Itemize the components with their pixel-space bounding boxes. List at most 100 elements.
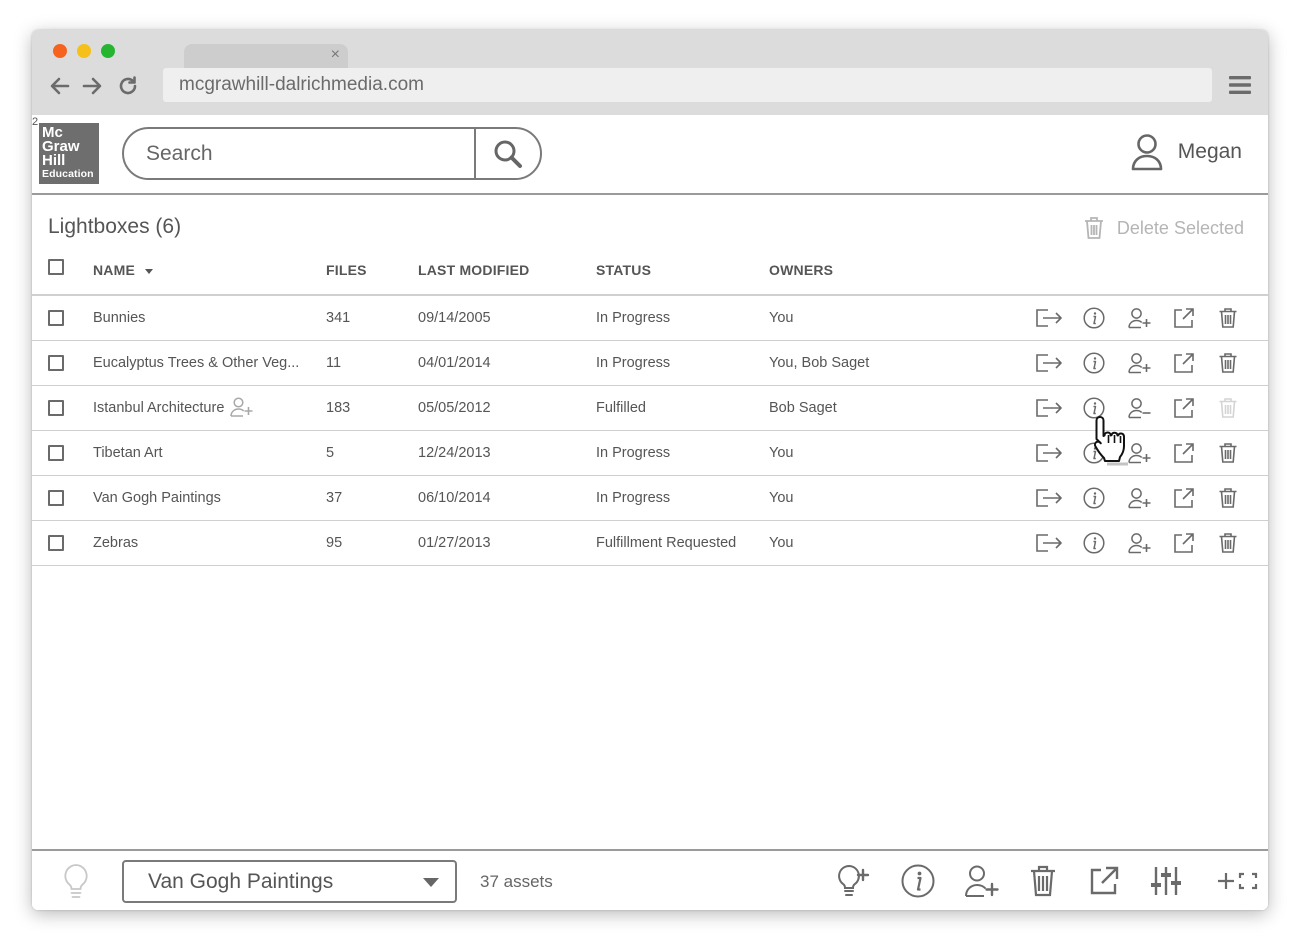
add-lightbox-button[interactable] (836, 863, 872, 899)
row-checkbox[interactable] (48, 490, 64, 506)
column-header-owners[interactable]: OWNERS (769, 262, 833, 278)
table-row[interactable]: Istanbul Architecture 183 05/05/2012 Fulfil… (32, 386, 1268, 431)
share-button[interactable] (1127, 531, 1153, 555)
owners: Bob Saget (769, 400, 837, 416)
adjust-settings-button[interactable] (1148, 863, 1184, 899)
info-button[interactable] (1081, 306, 1107, 330)
delete-lightbox-button[interactable] (1025, 863, 1061, 899)
row-checkbox[interactable] (48, 310, 64, 326)
delete-button[interactable] (1215, 306, 1241, 330)
lightbox-name[interactable]: Istanbul Architecture (93, 386, 254, 430)
assign-button[interactable] (1035, 531, 1063, 555)
column-header-last-modified[interactable]: LAST MODIFIED (418, 262, 529, 278)
assign-icon (1036, 444, 1062, 462)
table-row[interactable]: Tibetan Art 5 12/24/2013 In Progress You (32, 431, 1268, 476)
tab-close-icon[interactable]: × (331, 47, 340, 63)
app-header: 2 Mc Graw Hill Education Megan (32, 115, 1268, 195)
expand-button[interactable] (1218, 863, 1258, 899)
assign-button[interactable] (1035, 396, 1063, 420)
table-row[interactable]: Zebras 95 01/27/2013 Fulfillment Requested Y… (32, 521, 1268, 566)
assign-button[interactable] (1035, 486, 1063, 510)
file-count: 341 (326, 310, 351, 326)
open-button[interactable] (1171, 351, 1197, 375)
share-button[interactable] (1127, 306, 1153, 330)
address-bar[interactable]: mcgrawhill-dalrichmedia.com (163, 68, 1212, 102)
share-button[interactable] (1127, 486, 1153, 510)
row-checkbox[interactable] (48, 445, 64, 461)
back-icon[interactable] (48, 74, 72, 98)
last-modified: 09/14/2005 (418, 310, 491, 326)
share-lightbox-button[interactable] (964, 863, 1000, 899)
lightbox-name[interactable]: Zebras (93, 521, 138, 565)
user-name: Megan (1177, 140, 1242, 163)
minimize-window-button[interactable] (77, 44, 91, 58)
info-button[interactable] (1081, 351, 1107, 375)
open-button[interactable] (1171, 441, 1197, 465)
lightbox-name[interactable]: Bunnies (93, 296, 145, 340)
table-row[interactable]: Eucalyptus Trees & Other Veg... 11 04/01/2… (32, 341, 1268, 386)
lightbox-info-button[interactable] (900, 863, 936, 899)
select-all-checkbox[interactable] (48, 259, 64, 275)
add-user-icon (1128, 488, 1151, 509)
lightbox-select-value: Van Gogh Paintings (148, 870, 334, 893)
lightbox-name[interactable]: Eucalyptus Trees & Other Veg... (93, 341, 299, 385)
lightbox-select[interactable]: Van Gogh Paintings (122, 860, 457, 903)
chevron-down-icon (423, 878, 439, 887)
delete-selected-button[interactable]: Delete Selected (1083, 216, 1244, 240)
assign-button[interactable] (1035, 351, 1063, 375)
last-modified: 01/27/2013 (418, 535, 491, 551)
user-menu[interactable]: Megan (1130, 133, 1242, 171)
delete-button[interactable] (1215, 441, 1241, 465)
external-link-icon (1174, 398, 1194, 418)
row-checkbox[interactable] (48, 400, 64, 416)
mcgraw-hill-logo[interactable]: Mc Graw Hill Education (39, 123, 99, 184)
search-button[interactable] (474, 129, 540, 178)
row-checkbox[interactable] (48, 535, 64, 551)
open-button[interactable] (1171, 486, 1197, 510)
table-row[interactable]: Van Gogh Paintings 37 06/10/2014 In Progres… (32, 476, 1268, 521)
assign-button[interactable] (1035, 441, 1063, 465)
trash-icon (1219, 533, 1237, 553)
assign-icon (1036, 489, 1062, 507)
maximize-window-button[interactable] (101, 44, 115, 58)
lightbulb-icon[interactable] (62, 863, 90, 906)
open-button[interactable] (1171, 306, 1197, 330)
last-modified: 06/10/2014 (418, 490, 491, 506)
status: In Progress (596, 445, 671, 461)
delete-button[interactable] (1215, 351, 1241, 375)
column-header-status[interactable]: STATUS (596, 262, 651, 278)
table-row[interactable]: Bunnies 341 09/14/2005 In Progress You (32, 296, 1268, 341)
trash-icon (1219, 353, 1237, 373)
add-user-icon (965, 865, 999, 897)
open-lightbox-button[interactable] (1086, 863, 1122, 899)
status: In Progress (596, 310, 671, 326)
owners: You, Bob Saget (769, 355, 870, 371)
close-window-button[interactable] (53, 44, 67, 58)
lightbox-name[interactable]: Van Gogh Paintings (93, 476, 221, 520)
search-icon (494, 140, 522, 168)
file-count: 183 (326, 400, 351, 416)
delete-button (1215, 396, 1241, 420)
lightbox-name[interactable]: Tibetan Art (93, 431, 163, 475)
reload-icon[interactable] (116, 74, 140, 98)
info-button[interactable] (1081, 486, 1107, 510)
status: Fulfillment Requested (596, 535, 737, 551)
column-header-name[interactable]: NAME (93, 262, 154, 278)
row-checkbox[interactable] (48, 355, 64, 371)
assign-button[interactable] (1035, 306, 1063, 330)
forward-icon[interactable] (80, 74, 104, 98)
browser-menu-icon[interactable] (1229, 74, 1251, 96)
page-title: Lightboxes (6) (48, 215, 182, 238)
asset-count: 37 assets (480, 872, 553, 891)
search-input[interactable] (146, 129, 466, 178)
column-header-files[interactable]: FILES (326, 262, 367, 278)
trash-icon (1031, 865, 1055, 897)
info-button[interactable] (1081, 531, 1107, 555)
delete-button[interactable] (1215, 531, 1241, 555)
share-button[interactable] (1127, 351, 1153, 375)
assign-icon (1036, 534, 1062, 552)
open-button[interactable] (1171, 531, 1197, 555)
open-button[interactable] (1171, 396, 1197, 420)
delete-button[interactable] (1215, 486, 1241, 510)
browser-tab[interactable]: × (184, 44, 348, 68)
